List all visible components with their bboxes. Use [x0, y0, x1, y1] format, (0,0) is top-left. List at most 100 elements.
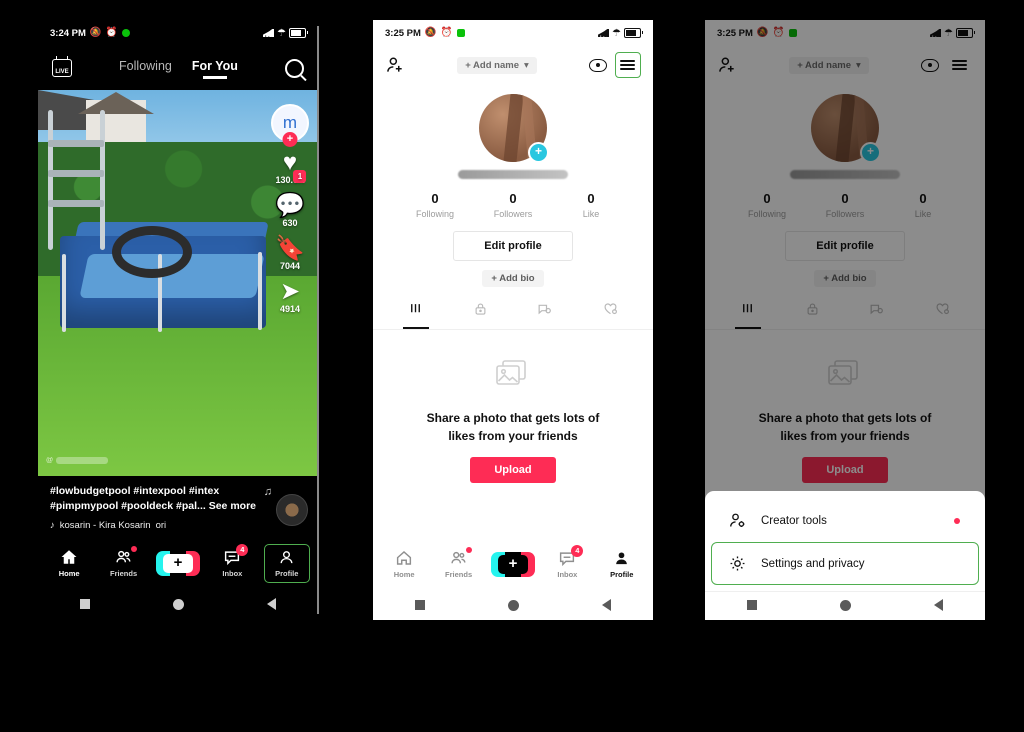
tab-for-you[interactable]: For You [192, 59, 238, 78]
tab-home-label: Home [58, 569, 80, 578]
tab-friends[interactable]: Friends [101, 543, 147, 583]
inbox-badge: 4 [571, 545, 584, 557]
home-icon [61, 550, 77, 564]
status-time: 3:24 PM [50, 27, 86, 39]
avatar-add-button[interactable]: + [528, 142, 549, 163]
stat-likes[interactable]: 0 Like [552, 191, 630, 219]
add-bio-button[interactable]: + Add bio [482, 270, 544, 287]
phone-3-menu-sheet-screen: 3:25 PM 🔕 ⏰ ☂ + Add name ▾ + 0 Following… [705, 20, 985, 620]
bookmark-button[interactable]: 🔖 7044 [275, 237, 305, 272]
music-title: kosarin - Kira Kosarin [59, 520, 151, 531]
empty-text-line-1: Share a photo that gets lots of [426, 411, 600, 425]
photos-placeholder-icon [496, 360, 526, 385]
grid-posts-icon [411, 304, 421, 313]
home-circle-icon[interactable] [507, 599, 519, 611]
pool-leg [62, 254, 66, 332]
hamburger-menu-icon[interactable] [614, 52, 641, 78]
follow-button[interactable]: + [282, 132, 298, 147]
profile-icon [280, 550, 293, 563]
creator-tools-notification-dot [954, 517, 960, 524]
tab-inbox[interactable]: 4 Inbox [209, 543, 255, 583]
like-count: 0 [587, 191, 595, 206]
creator-avatar[interactable]: m + [271, 104, 309, 147]
profile-stats: 0 Following 0 Followers 0 Like [373, 191, 653, 219]
video-action-rail: m + ♥ 130.6K 💬 1 630 🔖 7044 ➤ 4914 [268, 104, 312, 314]
scrollbar[interactable] [317, 26, 319, 614]
edit-profile-button[interactable]: Edit profile [453, 231, 573, 261]
following-count: 0 [431, 191, 439, 206]
tab-inbox[interactable]: 4 Inbox [544, 544, 590, 584]
tab-create[interactable]: + [155, 546, 201, 581]
bottom-tab-bar: Home Friends + 4 Inbox Profile [373, 538, 653, 592]
bottom-tab-bar: Home Friends + 4 Inbox Profile [38, 537, 318, 591]
inner-tube [112, 226, 192, 278]
friends-notification-dot [465, 547, 472, 553]
tab-friends[interactable]: Friends [436, 544, 482, 584]
tab-liked[interactable] [602, 301, 619, 329]
music-disc-avatar[interactable] [276, 494, 308, 526]
search-icon[interactable] [284, 58, 304, 78]
home-icon [397, 551, 412, 565]
tab-private[interactable] [473, 301, 488, 329]
eye-icon[interactable] [588, 58, 607, 72]
settings-gear-icon [730, 556, 745, 571]
menu-item-creator-tools[interactable]: Creator tools [711, 499, 979, 542]
tab-friends-label: Friends [445, 570, 473, 579]
add-name-button[interactable]: + Add name ▾ [457, 56, 537, 74]
feed-tabs: Following For You [119, 59, 238, 78]
tab-profile[interactable]: Profile [599, 545, 645, 584]
tab-home[interactable]: Home [381, 544, 427, 584]
friends-icon [451, 551, 466, 564]
comment-button[interactable]: 💬 1 630 [275, 170, 307, 228]
video-player[interactable]: @ m + ♥ 130.6K 💬 1 630 🔖 7044 ➤ 4914 [38, 90, 318, 476]
add-person-icon[interactable] [385, 55, 405, 75]
profile-icon [616, 551, 628, 564]
tab-create[interactable]: + [490, 547, 536, 582]
live-icon[interactable]: LIVE [52, 56, 72, 77]
upload-button[interactable]: Upload [470, 457, 556, 483]
like-label: Like [582, 209, 600, 219]
friends-icon [116, 550, 131, 563]
tab-home[interactable]: Home [46, 543, 92, 583]
friends-notification-dot [130, 546, 137, 552]
stat-following[interactable]: 0 Following [396, 191, 474, 219]
home-circle-icon[interactable] [839, 599, 851, 611]
tab-grid-posts[interactable] [407, 301, 424, 329]
alarm-off-icon: 🔕 [89, 27, 102, 39]
signal-icon [598, 29, 610, 37]
tab-profile[interactable]: Profile [263, 543, 310, 583]
green-dot-icon [121, 29, 130, 37]
alarm-off-icon: 🔕 [424, 27, 437, 39]
battery-icon [624, 28, 643, 38]
home-circle-icon[interactable] [172, 598, 184, 610]
profile-header: + Add name ▾ [373, 46, 653, 84]
inbox-badge: 4 [236, 544, 249, 556]
share-button[interactable]: ➤ 4914 [279, 278, 301, 315]
tab-reposts[interactable] [536, 301, 553, 329]
recents-square-icon[interactable] [746, 600, 757, 610]
tab-following[interactable]: Following [119, 59, 172, 78]
menu-item-settings-and-privacy[interactable]: Settings and privacy [711, 542, 979, 585]
back-triangle-icon[interactable] [267, 598, 277, 610]
music-notes-icon: ♫ [263, 486, 272, 498]
wifi-icon: ☂ [277, 27, 286, 39]
see-more-link[interactable]: See more [209, 500, 256, 512]
creator-tools-icon [730, 513, 745, 527]
tab-inbox-label: Inbox [557, 570, 578, 579]
back-triangle-icon[interactable] [934, 599, 944, 611]
tab-profile-label: Profile [275, 568, 299, 578]
recents-square-icon[interactable] [79, 599, 90, 609]
status-time: 3:25 PM [385, 27, 421, 39]
android-nav-bar [38, 591, 318, 619]
back-triangle-icon[interactable] [602, 599, 612, 611]
create-plus-icon[interactable]: + [155, 550, 200, 576]
create-plus-icon[interactable]: + [490, 551, 535, 577]
chevron-down-icon: ▾ [523, 59, 529, 71]
following-label: Following [415, 209, 455, 219]
share-count: 4914 [279, 304, 300, 314]
music-row[interactable]: ♪ kosarin - Kira Kosarin ori [50, 520, 306, 531]
bookmark-count: 7044 [279, 261, 300, 271]
recents-square-icon[interactable] [414, 600, 425, 610]
stat-followers[interactable]: 0 Followers [474, 191, 552, 219]
share-arrow-icon: ➤ [279, 278, 301, 305]
